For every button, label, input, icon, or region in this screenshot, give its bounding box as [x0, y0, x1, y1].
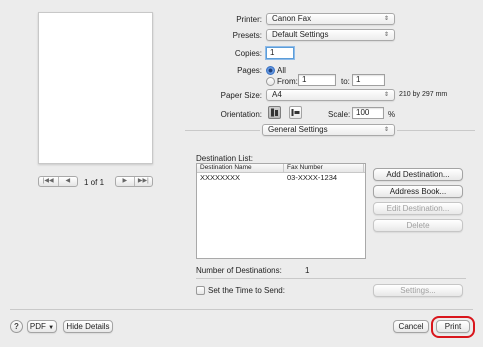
print-button[interactable]: Print — [436, 320, 470, 333]
paper-size-label: Paper Size: — [220, 91, 262, 100]
cancel-button[interactable]: Cancel — [393, 320, 429, 333]
copies-label: Copies: — [234, 49, 262, 58]
first-page-icon[interactable]: |◀◀ — [39, 177, 59, 186]
copies-field[interactable]: 1 — [266, 47, 294, 59]
portrait-button[interactable] — [268, 106, 281, 119]
page-indicator: 1 of 1 — [84, 178, 105, 187]
next-page-icon[interactable]: ▶ — [116, 177, 135, 186]
destination-name: XXXXXXXX — [200, 173, 241, 182]
paper-size-popup[interactable]: A4 ⇕ — [266, 89, 395, 101]
presets-value: Default Settings — [272, 30, 329, 39]
arrows-updown-icon: ⇕ — [383, 16, 389, 22]
count-separator — [196, 278, 466, 279]
pages-to-label: to: — [341, 77, 350, 86]
pdf-button[interactable]: PDF ▼ — [27, 320, 57, 333]
settings-button[interactable]: Settings... — [373, 284, 463, 297]
scale-unit: % — [388, 110, 396, 119]
pages-all-radio[interactable] — [266, 66, 275, 75]
pages-all-label: All — [277, 66, 286, 75]
pages-to-field[interactable]: 1 — [352, 74, 385, 86]
destination-list-label: Destination List: — [196, 154, 253, 163]
printer-value: Canon Fax — [272, 14, 312, 23]
printer-label: Printer: — [236, 15, 262, 24]
section-separator-left — [185, 130, 260, 131]
column-header[interactable]: Fax Number — [284, 164, 364, 172]
prev-page-icon[interactable]: ◀ — [59, 177, 78, 186]
preview-nav-forward[interactable]: ▶ ▶▶| — [115, 176, 153, 187]
help-icon[interactable]: ? — [10, 320, 23, 333]
section-popup[interactable]: General Settings ⇕ — [262, 124, 395, 136]
portrait-icon — [271, 108, 278, 117]
dropdown-arrow-icon: ▼ — [48, 325, 55, 331]
paper-dimensions: 210 by 297 mm — [399, 91, 448, 98]
orientation-label: Orientation: — [220, 110, 262, 119]
send-time-label: Set the Time to Send: — [208, 286, 285, 295]
destination-count-label: Number of Destinations: — [196, 266, 282, 275]
arrows-updown-icon: ⇕ — [383, 92, 389, 98]
preview-nav-back[interactable]: |◀◀ ◀ — [38, 176, 78, 187]
scale-label: Scale: — [328, 110, 351, 119]
presets-label: Presets: — [232, 31, 262, 40]
arrows-updown-icon: ⇕ — [383, 32, 389, 38]
pages-from-label: From: — [277, 77, 298, 86]
pdf-label: PDF — [29, 322, 46, 331]
presets-popup[interactable]: Default Settings ⇕ — [266, 29, 395, 41]
hide-details-button[interactable]: Hide Details — [63, 320, 113, 333]
scale-field[interactable]: 100 — [352, 107, 384, 119]
page-preview — [38, 12, 153, 164]
table-row[interactable]: XXXXXXXX 03-XXXX-1234 — [197, 173, 365, 183]
last-page-icon[interactable]: ▶▶| — [135, 177, 153, 186]
delete-button[interactable]: Delete — [373, 219, 463, 232]
landscape-button[interactable] — [289, 106, 302, 119]
landscape-icon — [291, 109, 300, 116]
section-value: General Settings — [268, 125, 328, 134]
arrows-updown-icon: ⇕ — [383, 127, 389, 133]
column-header[interactable]: Destination Name — [197, 164, 284, 172]
destination-count-value: 1 — [305, 266, 310, 275]
edit-destination-button[interactable]: Edit Destination... — [373, 202, 463, 215]
paper-size-value: A4 — [272, 90, 282, 99]
bottom-separator — [10, 309, 473, 310]
pages-from-radio[interactable] — [266, 77, 275, 86]
add-destination-button[interactable]: Add Destination... — [373, 168, 463, 181]
fax-number: 03-XXXX-1234 — [287, 173, 338, 182]
destination-table[interactable]: Destination Name Fax Number XXXXXXXX 03-… — [196, 163, 366, 259]
pages-label: Pages: — [237, 66, 262, 75]
section-separator-right — [397, 130, 475, 131]
address-book-button[interactable]: Address Book... — [373, 185, 463, 198]
printer-popup[interactable]: Canon Fax ⇕ — [266, 13, 395, 25]
send-time-checkbox[interactable] — [196, 286, 205, 295]
table-header: Destination Name Fax Number — [197, 164, 365, 173]
pages-from-field[interactable]: 1 — [298, 74, 336, 86]
